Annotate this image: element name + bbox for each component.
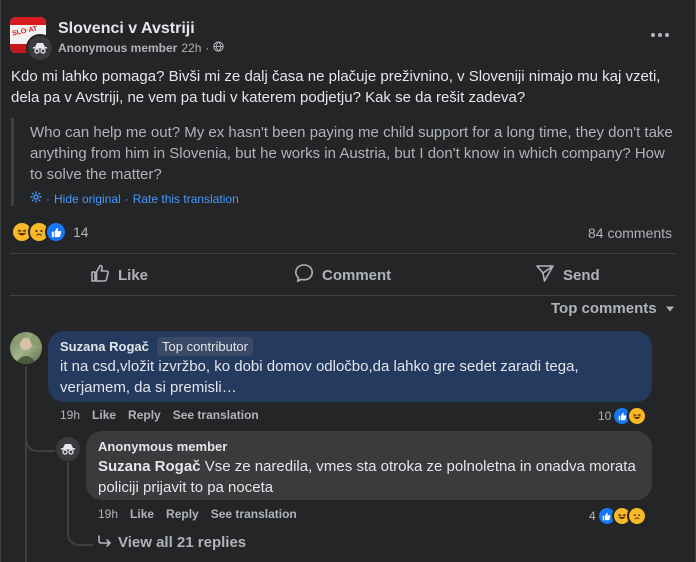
- mention-link[interactable]: Suzana Rogač: [98, 458, 201, 475]
- globe-icon: [213, 41, 225, 55]
- comment-reaction-count: 10: [598, 409, 612, 423]
- comment-text: it na csd,vložit izvržbo, ko dobi domov …: [60, 358, 579, 396]
- haha-reaction-icon: [627, 406, 648, 426]
- comment-button[interactable]: Comment: [294, 262, 391, 288]
- post-card: SLO·AT Slovenci v Avstriji Anonymous mem…: [0, 0, 696, 562]
- send-button[interactable]: Send: [535, 262, 600, 288]
- send-label: Send: [563, 266, 600, 284]
- reaction-count: 14: [73, 224, 89, 240]
- link-separator: ·: [46, 191, 50, 206]
- more-icon: [651, 33, 655, 37]
- meta-separator: ·: [205, 41, 210, 55]
- comment-author[interactable]: Suzana Rogač: [60, 339, 149, 354]
- link-separator: ·: [124, 191, 129, 206]
- like-reaction-icon: [45, 221, 67, 243]
- rate-translation-link[interactable]: Rate this translation: [133, 192, 239, 206]
- post-translation: Who can help me out? My ex hasn't been p…: [30, 124, 673, 183]
- anonymous-icon: [26, 34, 54, 62]
- reply-actions: 19h Like Reply See translation: [98, 507, 297, 521]
- comment-time[interactable]: 19h: [60, 408, 80, 422]
- comment-label: Comment: [322, 266, 392, 284]
- like-button[interactable]: Like: [90, 262, 148, 288]
- translate-gear-icon[interactable]: [30, 191, 42, 206]
- post-time[interactable]: 22h: [181, 41, 201, 55]
- view-replies-button[interactable]: View all 21 replies: [98, 534, 246, 551]
- comment-reaction-count: 4: [589, 509, 596, 523]
- comment-time[interactable]: 19h: [98, 507, 118, 521]
- thread-line: [25, 366, 27, 562]
- thread-connector: [25, 430, 55, 452]
- send-icon: [535, 263, 555, 287]
- post-author[interactable]: Anonymous member: [58, 41, 177, 55]
- comment-reply-button[interactable]: Reply: [166, 507, 199, 521]
- comment-actions: 19h Like Reply See translation: [60, 408, 259, 422]
- sad-reaction-icon: [626, 506, 647, 526]
- sort-comments-dropdown[interactable]: Top comments: [551, 300, 675, 317]
- reply-text: Suzana Rogač Vse ze naredila, vmes sta o…: [98, 456, 643, 498]
- reply-author[interactable]: Anonymous member: [98, 439, 227, 454]
- more-options-button[interactable]: [645, 24, 675, 46]
- see-translation-button[interactable]: See translation: [211, 507, 297, 521]
- view-replies-label: View all 21 replies: [118, 534, 247, 551]
- hide-original-link[interactable]: Hide original: [54, 192, 121, 206]
- post-meta: Anonymous member 22h ·: [58, 41, 225, 55]
- thread-connector: [67, 524, 93, 546]
- comment-reactions[interactable]: 10: [598, 406, 648, 426]
- reactions-summary[interactable]: 14: [11, 221, 89, 243]
- like-label: Like: [118, 266, 149, 284]
- like-icon: [90, 263, 110, 287]
- top-contributor-badge: Top contributor: [157, 337, 253, 356]
- reply-reactions[interactable]: 4: [589, 506, 647, 526]
- anonymous-avatar[interactable]: [56, 437, 80, 461]
- comments-count[interactable]: 84 comments: [588, 225, 672, 241]
- avatar[interactable]: [10, 332, 42, 364]
- translation-links: · Hide original · Rate this translation: [30, 191, 239, 206]
- post-text: Kdo mi lahko pomaga? Bivši mi ze dalj ča…: [11, 68, 661, 106]
- comment-like-button[interactable]: Like: [130, 507, 154, 521]
- thread-line: [67, 462, 69, 526]
- see-translation-button[interactable]: See translation: [173, 408, 259, 422]
- divider: [10, 253, 676, 254]
- divider: [10, 295, 676, 296]
- comment-reply-button[interactable]: Reply: [128, 408, 161, 422]
- comment-like-button[interactable]: Like: [92, 408, 116, 422]
- reply-arrow-icon: [98, 534, 112, 551]
- comment-icon: [294, 263, 314, 287]
- group-name[interactable]: Slovenci v Avstriji: [58, 20, 195, 38]
- chevron-down-icon: [665, 300, 675, 317]
- sort-label: Top comments: [551, 300, 657, 317]
